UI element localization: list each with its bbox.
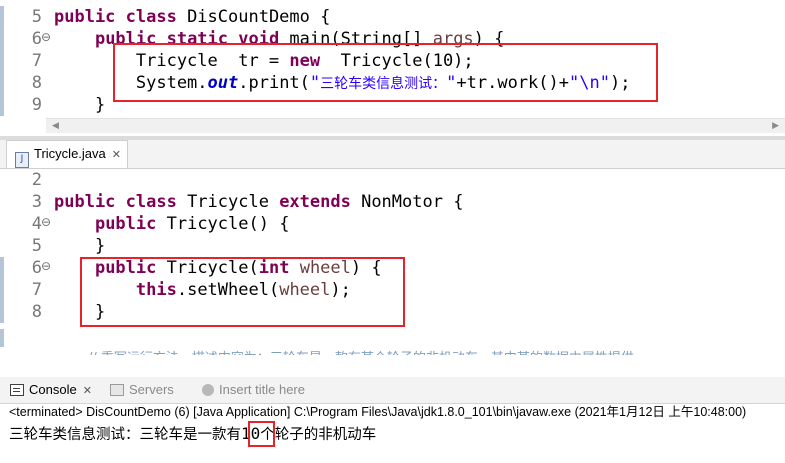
code-token: } xyxy=(54,236,106,256)
console-tab-bar: Console ✕ Servers Insert title here xyxy=(0,377,785,404)
console-view[interactable]: Console ✕ Servers Insert title here <term… xyxy=(0,377,785,463)
code-line[interactable]: 3 public class Tricycle extends NonMotor … xyxy=(0,191,785,213)
bottom-editor[interactable]: 2 3 public class Tricycle extends NonMotor… xyxy=(0,169,785,359)
line-number: 5 xyxy=(31,7,42,27)
code-text: public class Tricycle extends NonMotor { xyxy=(54,191,463,213)
scroll-right-icon[interactable]: ▶ xyxy=(772,119,779,133)
line-number: 9 xyxy=(31,95,42,115)
console-output-line: 三轮车类信息测试：三轮车是一款有10个轮子的非机动车 xyxy=(9,424,376,445)
output-prefix: 三轮车类信息测试：三轮车是一款有 xyxy=(9,427,241,443)
servers-tab-label: Servers xyxy=(129,382,174,397)
code-line[interactable]: 4 ⊖ public Tricycle() { xyxy=(0,213,785,235)
code-line[interactable]: 5 public class DisCountDemo { xyxy=(0,6,785,28)
code-text: } xyxy=(54,235,105,257)
top-horizontal-scrollbar[interactable]: ◀ ▶ xyxy=(46,118,785,133)
code-text: } xyxy=(54,94,105,116)
tab-insert-title[interactable]: Insert title here xyxy=(202,377,305,403)
line-number: 8 xyxy=(31,302,42,322)
code-line[interactable]: 5 } xyxy=(0,235,785,257)
line-number: 4 xyxy=(31,214,42,234)
line-marker-bar-bottom-2 xyxy=(0,329,4,347)
top-editor[interactable]: 5 public class DisCountDemo {6 ⊖ public st… xyxy=(0,0,785,135)
code-token: DisCountDemo { xyxy=(176,7,331,27)
code-text: public Tricycle() { xyxy=(54,213,289,235)
code-token: public class xyxy=(54,192,177,212)
insert-title-icon xyxy=(202,384,214,396)
code-token: public class xyxy=(54,7,177,27)
tab-console[interactable]: Console ✕ xyxy=(10,377,92,403)
line-number: 7 xyxy=(31,51,42,71)
editor-tab-bar: J Tricycle.java ✕ xyxy=(0,140,785,169)
highlight-box-output-number xyxy=(248,421,275,447)
fold-toggle-icon[interactable]: ⊖ xyxy=(41,255,51,277)
insert-title-tab-label: Insert title here xyxy=(219,382,305,397)
code-token: extends xyxy=(279,192,351,212)
line-number: 5 xyxy=(31,236,42,256)
console-icon xyxy=(10,384,24,396)
line-number: 6 xyxy=(31,258,42,278)
partial-comment-line: // 重写运行方法，描述内容为：三轮车是一款有某个轮子的非机动车，其中某的数据由… xyxy=(88,347,634,355)
code-token: Tricycle() { xyxy=(156,214,290,234)
code-text: public class DisCountDemo { xyxy=(54,6,330,28)
fold-toggle-icon[interactable]: ⊖ xyxy=(41,26,51,48)
close-console-icon[interactable]: ✕ xyxy=(83,384,92,397)
code-token: } xyxy=(54,95,106,115)
line-number: 2 xyxy=(31,170,42,190)
servers-icon xyxy=(110,384,124,396)
output-suffix: 个轮子的非机动车 xyxy=(260,427,377,443)
close-tab-icon[interactable]: ✕ xyxy=(112,148,121,161)
java-file-icon: J xyxy=(15,152,29,168)
tab-servers[interactable]: Servers xyxy=(110,377,174,403)
tab-label: Tricycle.java xyxy=(34,146,106,161)
line-number: 6 xyxy=(31,29,42,49)
code-token: public xyxy=(94,214,157,234)
highlight-box-main-body xyxy=(113,43,658,102)
line-number: 8 xyxy=(31,73,42,93)
code-token: Tricycle xyxy=(176,192,280,212)
console-tab-label: Console xyxy=(29,382,77,397)
code-line[interactable]: 2 xyxy=(0,169,785,191)
line-number: 3 xyxy=(31,192,42,212)
code-token: NonMotor { xyxy=(350,192,464,212)
line-number: 7 xyxy=(31,280,42,300)
tab-tricycle-java[interactable]: J Tricycle.java ✕ xyxy=(6,140,128,168)
fold-toggle-icon[interactable]: ⊖ xyxy=(41,211,51,233)
scroll-left-icon[interactable]: ◀ xyxy=(52,119,59,133)
highlight-box-constructor xyxy=(80,257,405,327)
terminated-status-line: <terminated> DisCountDemo (6) [Java Appl… xyxy=(9,405,747,419)
